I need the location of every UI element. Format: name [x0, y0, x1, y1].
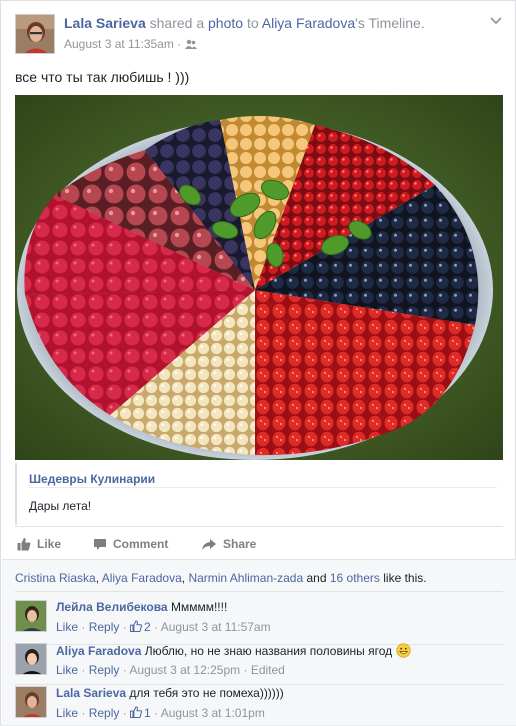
story-card: Lala Sarieva shared a photo to Aliya Far… [0, 0, 516, 725]
like-button[interactable]: Like [17, 535, 61, 553]
header-line: Lala Sarieva shared a photo to Aliya Far… [64, 15, 425, 31]
comment-body: Lala Sarieva для тебя это не помеха)))))… [56, 686, 284, 700]
liker-link[interactable]: Aliya Faradova [102, 571, 182, 585]
thumbs-up-icon [129, 620, 143, 633]
berry-platter-photo[interactable] [15, 95, 503, 460]
comment-like-count[interactable]: 2 [129, 620, 151, 634]
share-button-label: Share [223, 537, 257, 551]
meta-separator: · [240, 663, 251, 677]
comment-button-label: Comment [113, 537, 169, 551]
comment-like-count[interactable]: 1 [129, 706, 151, 720]
timeline-suffix: 's Timeline. [355, 15, 425, 31]
comment-body: Лейла Велибекова Ммммм!!!! [56, 600, 227, 614]
meta-dot: · [177, 37, 182, 51]
comment-author-link[interactable]: Aliya Faradova [56, 644, 141, 658]
comment-text: для тебя это не помеха)))))) [129, 686, 284, 700]
share-icon [202, 539, 216, 550]
likes-suffix: like this. [379, 571, 427, 585]
comment-author-link[interactable]: Lala Sarieva [56, 686, 126, 700]
friends-audience-icon[interactable] [184, 37, 197, 51]
meta-separator: · [119, 663, 130, 677]
meta-separator: · [150, 706, 161, 720]
comment-like-link[interactable]: Like [56, 663, 78, 677]
commenter-avatar[interactable] [15, 643, 47, 675]
attached-story[interactable]: Шедевры Кулинарии Дары лета! [15, 463, 503, 525]
comment-item: Лейла Велибекова Ммммм!!!! Like · Reply … [15, 600, 503, 640]
meta-separator: · [78, 663, 89, 677]
post-timestamp[interactable]: August 3 at 11:35am [64, 37, 174, 51]
comment-button[interactable]: Comment [93, 535, 168, 553]
comment-timestamp[interactable]: August 3 at 11:57am [161, 620, 271, 634]
comment-meta: Like · Reply · 1 · August 3 at 1:01pm [56, 706, 265, 720]
action-bar: Like Comment Share [15, 527, 503, 559]
comment-text: Люблю, но не знаю названия половины ягод [144, 644, 393, 658]
likes-divider [15, 591, 503, 592]
source-description: Дары лета! [29, 499, 92, 513]
meta-separator: · [78, 706, 89, 720]
like-count-value: 2 [144, 620, 151, 634]
feedback-section: Cristina Riaska, Aliya Faradova, Narmin … [2, 559, 516, 725]
comment-text: Ммммм!!!! [170, 600, 228, 614]
liker-link[interactable]: Narmin Ahliman-zada [188, 571, 303, 585]
others-likes-link[interactable]: 16 others [330, 571, 380, 585]
grin-emoji-icon [395, 643, 411, 658]
liker-link[interactable]: Cristina Riaska [15, 571, 96, 585]
comment-icon [94, 539, 106, 550]
likes-and: and [303, 571, 330, 585]
comment-like-link[interactable]: Like [56, 620, 78, 634]
comment-item: Aliya Faradova Люблю, но не знаю названи… [15, 643, 503, 683]
thumbs-up-icon [17, 538, 31, 551]
like-count-value: 1 [144, 706, 151, 720]
post-header: Lala Sarieva shared a photo to Aliya Far… [15, 12, 503, 56]
meta-separator: · [78, 620, 89, 634]
meta-separator: · [119, 706, 131, 720]
meta-separator: · [119, 620, 131, 634]
likes-summary: Cristina Riaska, Aliya Faradova, Narmin … [15, 571, 427, 585]
photo-link[interactable]: photo [208, 15, 243, 31]
comment-reply-link[interactable]: Reply [89, 620, 120, 634]
author-avatar[interactable] [15, 14, 55, 54]
comment-author-link[interactable]: Лейла Велибекова [56, 600, 168, 614]
shared-text: shared a [149, 15, 205, 31]
comment-body: Aliya Faradova Люблю, но не знаю названи… [56, 643, 411, 658]
comment-timestamp[interactable]: August 3 at 12:25pm [129, 663, 240, 677]
commenter-avatar[interactable] [15, 600, 47, 632]
to-text: to [246, 15, 259, 31]
post-message: все что ты так любишь ! ))) [15, 69, 190, 85]
author-name-link[interactable]: Lala Sarieva [64, 15, 146, 31]
timeline-owner-link[interactable]: Aliya Faradova [262, 15, 355, 31]
comment-like-link[interactable]: Like [56, 706, 78, 720]
share-button[interactable]: Share [201, 535, 256, 553]
photo-illustration [15, 95, 503, 460]
chevron-down-icon[interactable] [489, 15, 503, 29]
meta-separator: · [150, 620, 161, 634]
attachment-divider [29, 487, 497, 488]
like-button-label: Like [37, 537, 62, 551]
comment-reply-link[interactable]: Reply [89, 706, 120, 720]
source-page-link[interactable]: Шедевры Кулинарии [29, 472, 155, 486]
comment-timestamp[interactable]: August 3 at 1:01pm [161, 706, 265, 720]
comment-meta: Like · Reply · 2 · August 3 at 11:57am [56, 620, 271, 634]
comment-meta: Like · Reply · August 3 at 12:25pm · Edi… [56, 663, 285, 677]
comment-item: Lala Sarieva для тебя это не помеха)))))… [15, 686, 503, 726]
comment-reply-link[interactable]: Reply [89, 663, 120, 677]
comment-divider [15, 684, 503, 685]
thumbs-up-icon [129, 706, 143, 719]
commenter-avatar[interactable] [15, 686, 47, 718]
post-meta: August 3 at 11:35am · [64, 37, 197, 51]
edited-label[interactable]: Edited [251, 663, 285, 677]
